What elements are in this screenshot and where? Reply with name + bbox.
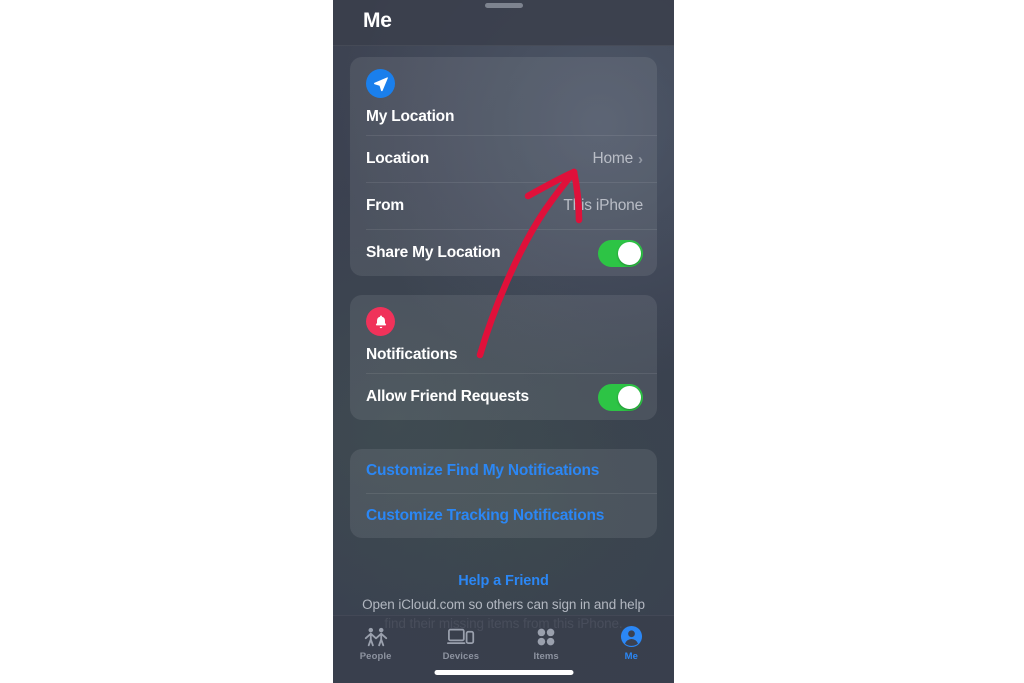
row-allow-friend-requests-right [598,383,643,411]
my-location-card: My Location Location Home › From This iP… [350,57,657,276]
my-location-card-header: My Location [350,57,657,135]
customize-tracking-notifications-row[interactable]: Customize Tracking Notifications [350,494,657,538]
header-divider [333,45,674,46]
row-location[interactable]: Location Home › [350,136,657,182]
help-a-friend-link[interactable]: Help a Friend [350,573,657,589]
person-circle-icon [620,625,643,648]
phone-screen: Me My Location Location Home › From This… [333,0,674,683]
toggle-knob [618,385,641,409]
share-my-location-toggle[interactable] [598,239,643,267]
tab-people-label: People [359,651,392,662]
row-from-value: This iPhone [563,197,643,214]
row-from-right: This iPhone [563,197,643,215]
home-indicator [434,670,573,675]
row-location-value: Home [592,150,633,167]
my-location-title: My Location [366,108,455,125]
location-arrow-icon [366,69,395,98]
notifications-card-header: Notifications [350,295,657,373]
people-icon [363,625,389,648]
allow-friend-requests-toggle[interactable] [598,383,643,411]
items-grid-icon [535,625,557,648]
notifications-card: Notifications Allow Friend Requests [350,295,657,420]
toggle-knob [618,241,641,265]
notifications-title: Notifications [366,346,458,363]
customize-find-my-notifications-label: Customize Find My Notifications [366,462,600,479]
tab-me[interactable]: Me [589,616,674,683]
row-location-label: Location [366,150,429,167]
row-share-my-location-right [598,239,643,267]
row-location-right: Home › [592,150,643,168]
row-share-my-location[interactable]: Share My Location [350,230,657,276]
customize-tracking-notifications-label: Customize Tracking Notifications [366,507,605,524]
devices-icon [446,625,475,648]
customize-find-my-notifications-row[interactable]: Customize Find My Notifications [350,449,657,493]
tab-me-label: Me [624,651,639,662]
tab-people[interactable]: People [333,616,418,683]
tab-devices-label: Devices [442,651,480,662]
tab-items-label: Items [533,651,559,662]
page-title: Me [363,9,392,32]
bell-icon [366,307,395,336]
row-from[interactable]: From This iPhone [350,183,657,229]
row-allow-friend-requests[interactable]: Allow Friend Requests [350,374,657,420]
chevron-right-icon: › [638,150,643,168]
scroll-content[interactable]: My Location Location Home › From This iP… [333,46,674,683]
row-from-label: From [366,197,404,214]
row-allow-friend-requests-label: Allow Friend Requests [366,388,529,405]
sheet-grabber[interactable] [484,3,523,8]
row-share-my-location-label: Share My Location [366,244,501,261]
screenshot-canvas: Me My Location Location Home › From This… [0,0,1024,683]
customize-notifications-card: Customize Find My Notifications Customiz… [350,449,657,538]
